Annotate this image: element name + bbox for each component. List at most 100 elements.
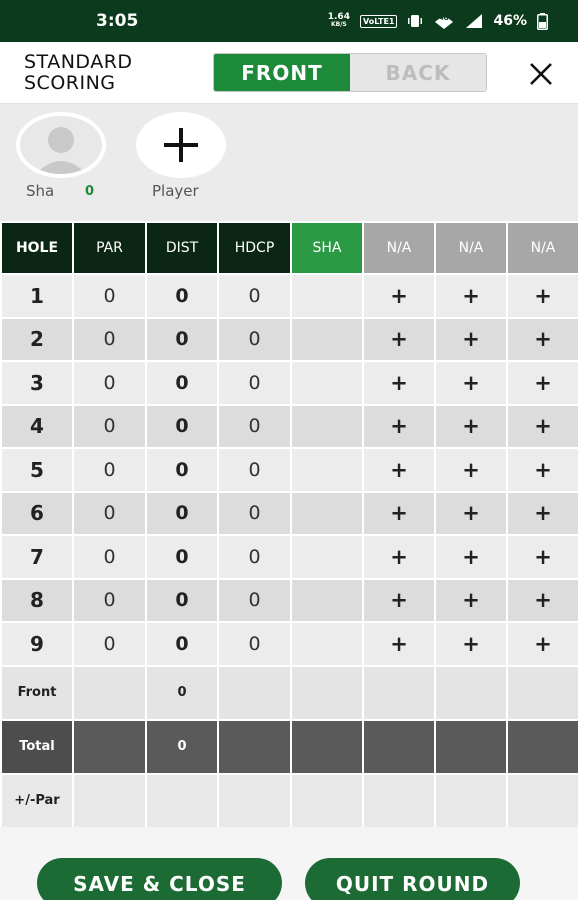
total-label: Total — [0, 718, 74, 775]
add-score-button[interactable]: + — [506, 403, 578, 449]
score-cell-sha[interactable] — [290, 273, 364, 319]
add-score-button[interactable]: + — [506, 534, 578, 580]
score-cell-sha[interactable] — [290, 490, 364, 536]
add-score-button[interactable]: + — [434, 273, 508, 319]
table-header-row: HOLE PAR DIST HDCP SHA N/A N/A N/A — [0, 221, 578, 275]
hdcp-cell[interactable]: 0 — [217, 577, 292, 623]
header-player-slot-2[interactable]: N/A — [362, 221, 436, 275]
hdcp-cell[interactable]: 0 — [217, 490, 292, 536]
hole-number: 6 — [0, 490, 74, 536]
score-cell-sha[interactable] — [290, 621, 364, 667]
header-player-sha[interactable]: SHA — [290, 221, 364, 275]
add-score-button[interactable]: + — [506, 273, 578, 319]
table-row: 6 0 0 0 + + + — [0, 490, 578, 536]
add-score-button[interactable]: + — [506, 447, 578, 493]
vibrate-icon — [407, 13, 423, 29]
total-empty-cell — [434, 718, 508, 775]
par-cell[interactable]: 0 — [72, 403, 147, 449]
hdcp-cell[interactable]: 0 — [217, 403, 292, 449]
header: STANDARD SCORING FRONT BACK — [0, 42, 578, 104]
status-bar: 3:05 1.64 KB/S VoLTE1 4G 46% — [0, 0, 578, 42]
close-icon — [530, 63, 552, 85]
score-cell-sha[interactable] — [290, 577, 364, 623]
pm-empty-cell — [72, 772, 147, 829]
dist-cell[interactable]: 0 — [145, 577, 219, 623]
score-cell-sha[interactable] — [290, 360, 364, 406]
header-player-slot-3[interactable]: N/A — [434, 221, 508, 275]
par-cell[interactable]: 0 — [72, 273, 147, 319]
hdcp-cell[interactable]: 0 — [217, 447, 292, 493]
par-cell[interactable]: 0 — [72, 621, 147, 667]
pm-empty-cell — [506, 772, 578, 829]
add-score-button[interactable]: + — [434, 490, 508, 536]
dist-cell[interactable]: 0 — [145, 273, 219, 319]
par-cell[interactable]: 0 — [72, 534, 147, 580]
add-score-button[interactable]: + — [434, 621, 508, 667]
add-score-button[interactable]: + — [434, 577, 508, 623]
score-cell-sha[interactable] — [290, 447, 364, 493]
add-score-button[interactable]: + — [362, 273, 436, 319]
score-cell-sha[interactable] — [290, 316, 364, 362]
status-time: 3:05 — [96, 11, 139, 31]
dist-cell[interactable]: 0 — [145, 360, 219, 406]
add-score-button[interactable]: + — [362, 490, 436, 536]
front-sha-cell — [290, 664, 364, 721]
total-sha-cell — [290, 718, 364, 775]
person-icon — [35, 127, 87, 174]
dist-cell[interactable]: 0 — [145, 316, 219, 362]
player-avatar[interactable] — [16, 112, 106, 178]
add-score-button[interactable]: + — [506, 490, 578, 536]
dist-cell[interactable]: 0 — [145, 447, 219, 493]
signal-icon — [465, 13, 483, 29]
add-score-button[interactable]: + — [506, 316, 578, 362]
battery-icon — [537, 12, 548, 30]
add-score-button[interactable]: + — [362, 360, 436, 406]
header-hdcp: HDCP — [217, 221, 292, 275]
close-button[interactable] — [524, 60, 558, 88]
dist-cell[interactable]: 0 — [145, 490, 219, 536]
front-back-toggle: FRONT BACK — [213, 53, 487, 92]
add-score-button[interactable]: + — [434, 360, 508, 406]
player-name: Sha — [26, 182, 55, 200]
add-player-button[interactable] — [136, 112, 226, 178]
add-score-button[interactable]: + — [362, 621, 436, 667]
par-cell[interactable]: 0 — [72, 447, 147, 493]
hdcp-cell[interactable]: 0 — [217, 360, 292, 406]
score-cell-sha[interactable] — [290, 403, 364, 449]
dist-cell[interactable]: 0 — [145, 534, 219, 580]
add-score-button[interactable]: + — [506, 577, 578, 623]
add-score-button[interactable]: + — [434, 447, 508, 493]
add-score-button[interactable]: + — [434, 534, 508, 580]
dist-cell[interactable]: 0 — [145, 403, 219, 449]
add-score-button[interactable]: + — [362, 403, 436, 449]
header-player-slot-4[interactable]: N/A — [506, 221, 578, 275]
tab-back[interactable]: BACK — [350, 54, 486, 91]
network-speed: 1.64 KB/S — [328, 13, 350, 29]
par-cell[interactable]: 0 — [72, 490, 147, 536]
add-score-button[interactable]: + — [434, 316, 508, 362]
add-score-button[interactable]: + — [362, 316, 436, 362]
dist-cell[interactable]: 0 — [145, 621, 219, 667]
hdcp-cell[interactable]: 0 — [217, 316, 292, 362]
plus-minus-par-row: +/-Par — [0, 772, 578, 829]
score-cell-sha[interactable] — [290, 534, 364, 580]
add-score-button[interactable]: + — [434, 403, 508, 449]
hdcp-cell[interactable]: 0 — [217, 273, 292, 319]
par-cell[interactable]: 0 — [72, 360, 147, 406]
par-cell[interactable]: 0 — [72, 316, 147, 362]
add-score-button[interactable]: + — [506, 621, 578, 667]
add-score-button[interactable]: + — [362, 534, 436, 580]
hdcp-cell[interactable]: 0 — [217, 534, 292, 580]
hole-number: 5 — [0, 447, 74, 493]
front-label: Front — [0, 664, 74, 721]
add-score-button[interactable]: + — [362, 577, 436, 623]
player-score: 0 — [85, 184, 95, 199]
add-score-button[interactable]: + — [506, 360, 578, 406]
add-score-button[interactable]: + — [362, 447, 436, 493]
tab-front[interactable]: FRONT — [214, 54, 350, 91]
save-close-button[interactable]: SAVE & CLOSE — [37, 858, 282, 900]
par-cell[interactable]: 0 — [72, 577, 147, 623]
hdcp-cell[interactable]: 0 — [217, 621, 292, 667]
title-line-1: STANDARD — [24, 51, 133, 73]
quit-round-button[interactable]: QUIT ROUND — [305, 858, 520, 900]
